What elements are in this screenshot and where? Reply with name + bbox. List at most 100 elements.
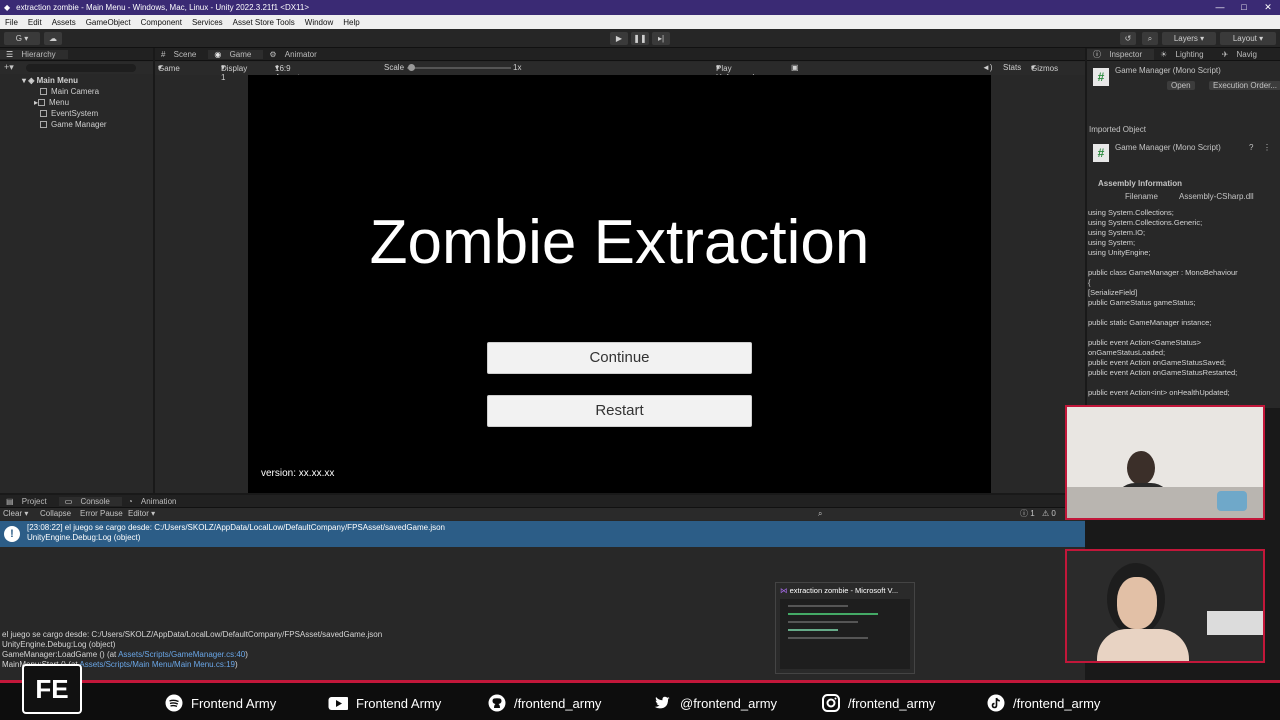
help-icon[interactable]: ? bbox=[1249, 143, 1253, 152]
error-pause-toggle[interactable]: Error Pause bbox=[80, 508, 123, 520]
social-label: Frontend Army bbox=[191, 695, 277, 711]
hierarchy-scene[interactable]: ▾ ◈ Main Menu bbox=[22, 75, 175, 86]
social-tiktok: /frontend_army bbox=[987, 694, 1100, 712]
menu-file[interactable]: File bbox=[0, 18, 23, 27]
github-icon bbox=[488, 694, 506, 712]
tab-navigation[interactable]: ✈ Navig bbox=[1216, 50, 1269, 59]
social-github: /frontend_army bbox=[488, 694, 601, 712]
stream-overlay-bar: Frontend Army Frontend Army /frontend_ar… bbox=[0, 680, 1280, 720]
pause-icon[interactable]: ❚❚ bbox=[631, 32, 649, 45]
imported-object-label: Imported Object bbox=[1089, 125, 1146, 134]
window-titlebar: ◆ extraction zombie - Main Menu - Window… bbox=[0, 0, 1280, 15]
social-instagram: /frontend_army bbox=[822, 694, 935, 712]
inspector-tabstrip: ⓘ Inspector ☀ Lighting ✈ Navig bbox=[1087, 48, 1280, 61]
script-icon: # bbox=[1093, 68, 1109, 86]
spotify-icon bbox=[165, 694, 183, 712]
inspector-header: Game Manager (Mono Script) bbox=[1115, 66, 1221, 75]
game-title: Zombie Extraction bbox=[369, 208, 870, 277]
menu-bar: File Edit Assets GameObject Component Se… bbox=[0, 15, 1280, 29]
stats-toggle[interactable]: Stats bbox=[1003, 63, 1021, 72]
stacktrace-link[interactable]: Assets/Scripts/GameManager.cs:40 bbox=[118, 650, 245, 659]
gizmos-label: Gizmos bbox=[1031, 64, 1059, 73]
execution-order-button[interactable]: Execution Order... bbox=[1209, 81, 1280, 90]
menu-services[interactable]: Services bbox=[187, 18, 228, 27]
visual-studio-icon: ⋈ bbox=[780, 586, 788, 595]
play-icon[interactable]: ▶ bbox=[610, 32, 628, 45]
aspect-dropdown[interactable]: 16:9 Aspect ▾ bbox=[275, 63, 299, 82]
maximize-button[interactable]: □ bbox=[1232, 0, 1256, 15]
warning-count: 0 bbox=[1051, 509, 1056, 518]
game-view-tabstrip: # Scene ◉ Game ⚙ Animator bbox=[155, 48, 1085, 61]
info-icon: ! bbox=[4, 526, 20, 542]
open-button[interactable]: Open bbox=[1167, 81, 1195, 90]
layout-dropdown[interactable]: Layout ▾ bbox=[1220, 32, 1276, 45]
tab-console[interactable]: ▭ Console bbox=[58, 496, 122, 506]
mute-audio-icon[interactable]: ◄) bbox=[982, 63, 993, 72]
filename-value: Assembly-CSharp.dll bbox=[1179, 192, 1254, 201]
layout-label: Layout bbox=[1232, 34, 1257, 43]
tab-inspector[interactable]: ⓘ Inspector bbox=[1087, 48, 1155, 60]
code-line: public GameStatus gameStatus; bbox=[1088, 298, 1196, 307]
step-icon[interactable]: ▸| bbox=[652, 32, 670, 45]
taskbar-window-preview[interactable]: ⋈ extraction zombie - Microsoft V... bbox=[775, 582, 915, 674]
editor-dropdown[interactable]: Editor ▾ bbox=[128, 508, 155, 520]
code-line: public event Action onGameStatusSaved; bbox=[1088, 358, 1227, 367]
account-button[interactable]: G ▾ bbox=[4, 32, 40, 45]
add-icon[interactable]: +▾ bbox=[4, 62, 14, 73]
code-line: using System.IO; bbox=[1088, 228, 1146, 237]
menu-component[interactable]: Component bbox=[136, 18, 187, 27]
gizmos-dropdown[interactable]: Gizmos ▾ bbox=[1031, 63, 1058, 73]
social-spotify: Frontend Army bbox=[165, 694, 276, 712]
tab-inspector-label: Inspector bbox=[1109, 49, 1143, 59]
menu-gameobject[interactable]: GameObject bbox=[81, 18, 136, 27]
continue-button[interactable]: Continue bbox=[487, 342, 752, 374]
menu-help[interactable]: Help bbox=[338, 18, 364, 27]
code-line: { bbox=[1088, 278, 1091, 287]
console-log-row-selected[interactable]: ! [23:08:22] el juego se cargo desde: C:… bbox=[0, 521, 1085, 547]
unity-icon: ◆ bbox=[4, 3, 11, 12]
code-line: onGameStatusLoaded; bbox=[1088, 348, 1166, 357]
menu-window[interactable]: Window bbox=[300, 18, 338, 27]
instagram-icon bbox=[822, 694, 840, 712]
info-count-icon[interactable]: ⓘ 1 bbox=[1020, 508, 1035, 520]
channel-logo: FE bbox=[22, 664, 82, 714]
minimize-button[interactable]: — bbox=[1208, 0, 1232, 15]
close-button[interactable]: ✕ bbox=[1256, 0, 1280, 15]
tab-game[interactable]: ◉ Game bbox=[208, 49, 264, 59]
version-label: version: xx.xx.xx bbox=[261, 468, 335, 479]
restart-button[interactable]: Restart bbox=[487, 395, 752, 427]
tab-hierarchy[interactable]: ☰ Hierarchy bbox=[0, 49, 68, 59]
play-mode-dropdown[interactable]: Play Unfocused ▾ bbox=[716, 63, 754, 82]
tab-animator[interactable]: ⚙ Animator bbox=[263, 50, 328, 59]
cloud-icon[interactable]: ☁ bbox=[44, 32, 62, 45]
tab-game-label: Game bbox=[229, 49, 252, 59]
console-search-icon[interactable]: ⌕ bbox=[818, 508, 822, 520]
tab-scene[interactable]: # Scene bbox=[155, 50, 208, 59]
layers-dropdown[interactable]: Layers ▾ bbox=[1162, 32, 1216, 45]
display-dropdown[interactable]: Display 1 ▾ bbox=[221, 63, 247, 82]
stacktrace-link[interactable]: Assets/Scripts/Main Menu/Main Menu.cs:19 bbox=[79, 660, 235, 669]
tab-lighting[interactable]: ☀ Lighting bbox=[1154, 50, 1215, 59]
menu-assets[interactable]: Assets bbox=[47, 18, 81, 27]
preview-title: ⋈ extraction zombie - Microsoft V... bbox=[780, 586, 898, 595]
tab-animation[interactable]: ◔ Animation bbox=[122, 497, 189, 506]
social-youtube: Frontend Army bbox=[326, 694, 441, 712]
hierarchy-search-input[interactable] bbox=[26, 64, 136, 72]
camera-icon[interactable]: ▣ bbox=[791, 63, 799, 72]
history-icon[interactable]: ↺ bbox=[1120, 32, 1136, 45]
scale-slider[interactable] bbox=[407, 67, 511, 69]
webcam-feed-1 bbox=[1065, 405, 1265, 520]
menu-edit[interactable]: Edit bbox=[23, 18, 47, 27]
more-options-icon[interactable]: ⋮ bbox=[1263, 143, 1271, 152]
search-icon[interactable]: ⌕ bbox=[1142, 32, 1158, 45]
clear-button[interactable]: Clear ▾ bbox=[3, 508, 28, 520]
warning-count-icon[interactable]: ⚠ 0 bbox=[1042, 508, 1056, 520]
menu-asset-store-tools[interactable]: Asset Store Tools bbox=[228, 18, 300, 27]
tab-project[interactable]: ▤ Project bbox=[0, 497, 59, 506]
game-view-dropdown[interactable]: Game ▾ bbox=[158, 63, 180, 73]
console-toolbar: Clear ▾ Collapse Error Pause Editor ▾ ⌕ … bbox=[0, 508, 1085, 520]
log-detail-suffix: ) bbox=[245, 650, 248, 659]
gameobject-icon bbox=[40, 88, 47, 95]
scale-slider-handle[interactable] bbox=[408, 64, 415, 71]
collapse-toggle[interactable]: Collapse bbox=[40, 508, 71, 520]
